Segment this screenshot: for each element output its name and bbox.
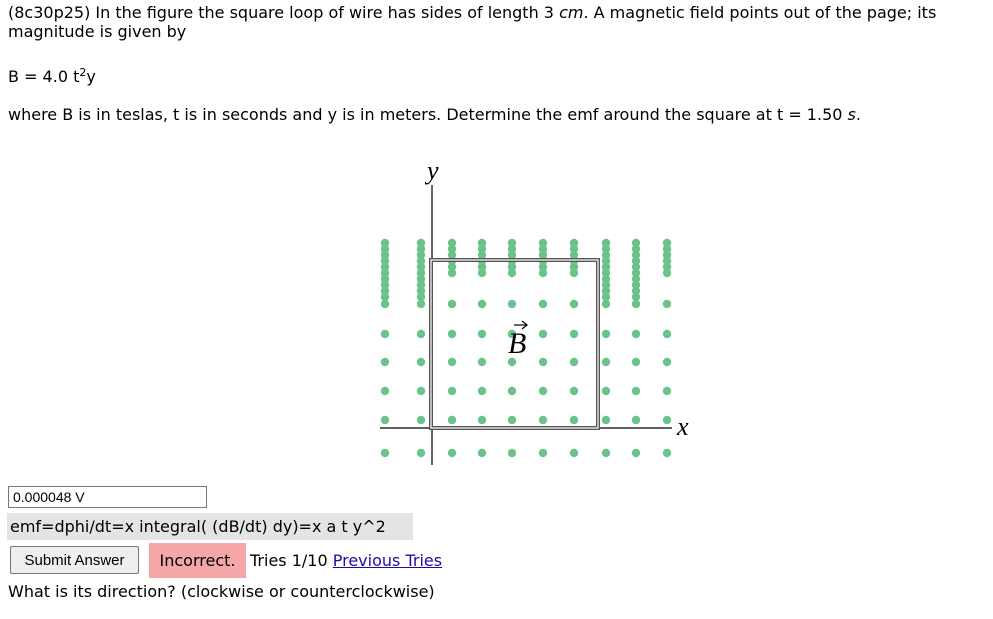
y-axis-label: y (424, 156, 439, 185)
field-dot (477, 448, 487, 458)
field-dot (447, 415, 457, 425)
field-dot (631, 448, 641, 458)
field-dot (416, 448, 426, 458)
field-dot (662, 329, 672, 339)
direction-question: What is its direction? (clockwise or cou… (8, 582, 435, 601)
field-dot (538, 357, 548, 367)
field-dot (380, 357, 390, 367)
field-dot (601, 386, 611, 396)
field-dot (380, 262, 390, 272)
field-dot (477, 386, 487, 396)
field-dot (631, 329, 641, 339)
problem-text-tail: . A magnetic field points out of the pag… (583, 3, 937, 22)
problem-text-line1: (8c30p25) In the figure the square loop … (8, 3, 936, 23)
field-dot (662, 262, 672, 272)
field-dot (507, 299, 517, 309)
field-dot (569, 415, 579, 425)
b-field-label: B (508, 327, 526, 360)
field-dot (507, 415, 517, 425)
field-dot (569, 357, 579, 367)
field-dot (477, 357, 487, 367)
tries-count: Tries 1/10 (250, 551, 328, 570)
field-dot (477, 262, 487, 272)
previous-tries-link[interactable]: Previous Tries (333, 551, 442, 570)
field-dot (416, 329, 426, 339)
field-dot (601, 262, 611, 272)
field-dot (662, 299, 672, 309)
field-dot (662, 386, 672, 396)
field-dot (631, 292, 641, 302)
field-dot (447, 386, 457, 396)
field-dot (601, 292, 611, 302)
field-dot (601, 329, 611, 339)
answer-input[interactable] (8, 486, 207, 508)
field-dot (416, 262, 426, 272)
field-dot (447, 299, 457, 309)
hint-text: emf=dphi/dt=x integral( (dB/dt) dy)=x a … (7, 513, 413, 540)
field-dot (416, 386, 426, 396)
problem-text-line3: where B is in teslas, t is in seconds an… (8, 105, 861, 125)
field-dot (631, 386, 641, 396)
field-dot (569, 448, 579, 458)
field-dot (569, 386, 579, 396)
field-dot (662, 448, 672, 458)
field-dot (416, 292, 426, 302)
field-dot (380, 448, 390, 458)
field-dot (569, 262, 579, 272)
field-dot (507, 262, 517, 272)
formula-suffix: y (86, 67, 96, 86)
field-dot (416, 357, 426, 367)
field-dot (569, 299, 579, 309)
field-dot (416, 415, 426, 425)
field-dot (380, 386, 390, 396)
problem-question: where B is in teslas, t is in seconds an… (8, 105, 848, 124)
field-dot (507, 448, 517, 458)
field-dot (601, 448, 611, 458)
field-dot (662, 415, 672, 425)
x-axis-label: x (676, 412, 689, 441)
field-dot (380, 292, 390, 302)
field-dot (380, 329, 390, 339)
field-dot (662, 357, 672, 367)
unit-s: s (847, 105, 856, 124)
field-dot (631, 262, 641, 272)
field-dot (447, 262, 457, 272)
status-badge: Incorrect. (149, 543, 246, 578)
submit-answer-button[interactable]: Submit Answer (10, 546, 139, 574)
unit-cm: cm (559, 3, 584, 22)
field-dot (477, 329, 487, 339)
field-dot (507, 386, 517, 396)
field-dot (538, 329, 548, 339)
problem-text-line2: magnitude is given by (8, 22, 187, 41)
formula-prefix: B = 4.0 t (8, 67, 80, 86)
field-dot (447, 329, 457, 339)
problem-question-tail: . (855, 105, 861, 124)
field-dot (631, 415, 641, 425)
field-dot (538, 386, 548, 396)
field-dot (447, 357, 457, 367)
problem-text: (8c30p25) In the figure the square loop … (8, 3, 560, 22)
square-loop-figure: y x B (380, 156, 689, 465)
field-dot (569, 329, 579, 339)
field-dot (538, 299, 548, 309)
field-dot (538, 262, 548, 272)
field-dot (601, 415, 611, 425)
field-dot (631, 357, 641, 367)
formula-exponent: 2 (79, 66, 87, 79)
field-dot (380, 415, 390, 425)
field-dot (477, 299, 487, 309)
field-dot (538, 448, 548, 458)
tries-info: Tries 1/10 Previous Tries (250, 551, 442, 571)
field-dot (477, 415, 487, 425)
field-dot (601, 357, 611, 367)
field-formula: B = 4.0 t2y (8, 66, 96, 87)
field-dot (538, 415, 548, 425)
field-dot (447, 448, 457, 458)
